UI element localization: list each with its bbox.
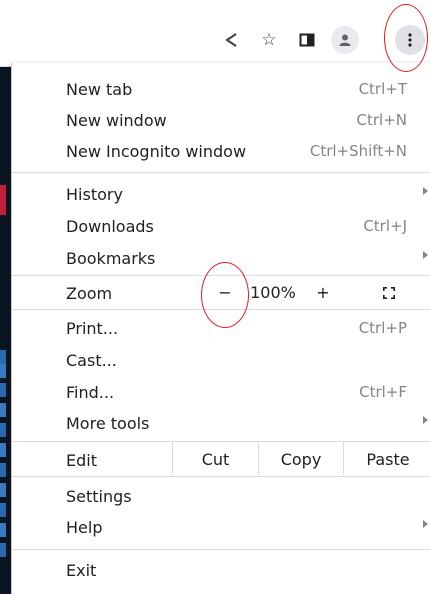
page-content-fragment: [0, 483, 6, 497]
zoom-in-button[interactable]: +: [308, 277, 338, 308]
browser-toolbar: ☆: [0, 0, 431, 66]
menu-item-shortcut: Ctrl+F: [359, 383, 407, 401]
menu-item-label: Zoom: [66, 284, 113, 303]
page-content-fragment: [0, 350, 6, 364]
zoom-level: 100%: [250, 283, 296, 302]
menu-separator: [12, 549, 431, 550]
menu-item-exit[interactable]: Exit: [12, 554, 431, 585]
menu-item-label: History: [66, 185, 123, 204]
submenu-arrow-icon: [423, 187, 428, 195]
page-content-fragment: [0, 503, 6, 517]
profile-avatar-icon[interactable]: [331, 26, 359, 54]
menu-item-label: Exit: [66, 561, 97, 580]
annotation-circle-menu-button: [384, 4, 428, 72]
page-content-fragment: [0, 403, 6, 417]
menu-item-downloads[interactable]: Downloads Ctrl+J: [12, 210, 431, 241]
annotation-circle-zoom-out: [201, 262, 249, 328]
menu-separator: [12, 476, 431, 477]
chrome-main-menu: New tab Ctrl+T New window Ctrl+N New Inc…: [11, 63, 431, 594]
fullscreen-icon: [383, 286, 395, 299]
submenu-arrow-icon: [423, 520, 428, 528]
menu-item-label: Find...: [66, 383, 115, 402]
menu-separator: [12, 172, 431, 173]
menu-item-history[interactable]: History: [12, 178, 431, 209]
menu-item-help[interactable]: Help: [12, 511, 431, 542]
menu-item-label: Edit: [66, 451, 97, 470]
page-content-fragment: [0, 423, 6, 437]
menu-item-label: More tools: [66, 414, 150, 433]
menu-item-label: Settings: [66, 487, 132, 506]
menu-item-label: Cast...: [66, 351, 117, 370]
menu-item-new-window[interactable]: New window Ctrl+N: [12, 104, 431, 135]
menu-item-edit: Edit Cut Copy Paste: [12, 441, 431, 475]
side-panel-icon[interactable]: [294, 27, 320, 53]
menu-item-find[interactable]: Find... Ctrl+F: [12, 376, 431, 407]
menu-item-label: New tab: [66, 80, 133, 99]
cut-button[interactable]: Cut: [173, 444, 258, 475]
menu-item-cast[interactable]: Cast...: [12, 344, 431, 375]
menu-item-label: New window: [66, 111, 167, 130]
share-icon[interactable]: [219, 27, 245, 53]
menu-item-label: Print...: [66, 319, 119, 338]
copy-button[interactable]: Copy: [259, 444, 343, 475]
menu-item-label: New Incognito window: [66, 142, 247, 161]
submenu-arrow-icon: [423, 416, 428, 424]
page-content-fragment: [0, 523, 6, 537]
menu-item-label: Help: [66, 518, 103, 537]
page-content-fragment: [0, 543, 6, 557]
submenu-arrow-icon: [423, 251, 428, 259]
menu-item-new-tab[interactable]: New tab Ctrl+T: [12, 73, 431, 104]
fullscreen-button[interactable]: [374, 277, 404, 308]
menu-item-shortcut: Ctrl+P: [358, 319, 407, 337]
page-content-fragment: [0, 383, 6, 397]
page-content-fragment: [0, 443, 6, 457]
menu-item-shortcut: Ctrl+T: [358, 80, 407, 98]
page-content-fragment: [0, 185, 6, 215]
paste-button[interactable]: Paste: [344, 444, 431, 475]
menu-separator: [12, 441, 431, 442]
menu-item-shortcut: Ctrl+J: [363, 217, 407, 235]
page-content-fragment: [0, 463, 6, 477]
menu-item-more-tools[interactable]: More tools: [12, 407, 431, 438]
menu-item-label: Downloads: [66, 217, 154, 236]
menu-item-shortcut: Ctrl+Shift+N: [309, 142, 407, 160]
menu-item-new-incognito-window[interactable]: New Incognito window Ctrl+Shift+N: [12, 135, 431, 166]
menu-item-label: Bookmarks: [66, 249, 156, 268]
bookmark-star-icon[interactable]: ☆: [256, 27, 282, 53]
page-content-fragment: [0, 364, 6, 378]
menu-item-settings[interactable]: Settings: [12, 480, 431, 511]
menu-item-shortcut: Ctrl+N: [356, 111, 407, 129]
